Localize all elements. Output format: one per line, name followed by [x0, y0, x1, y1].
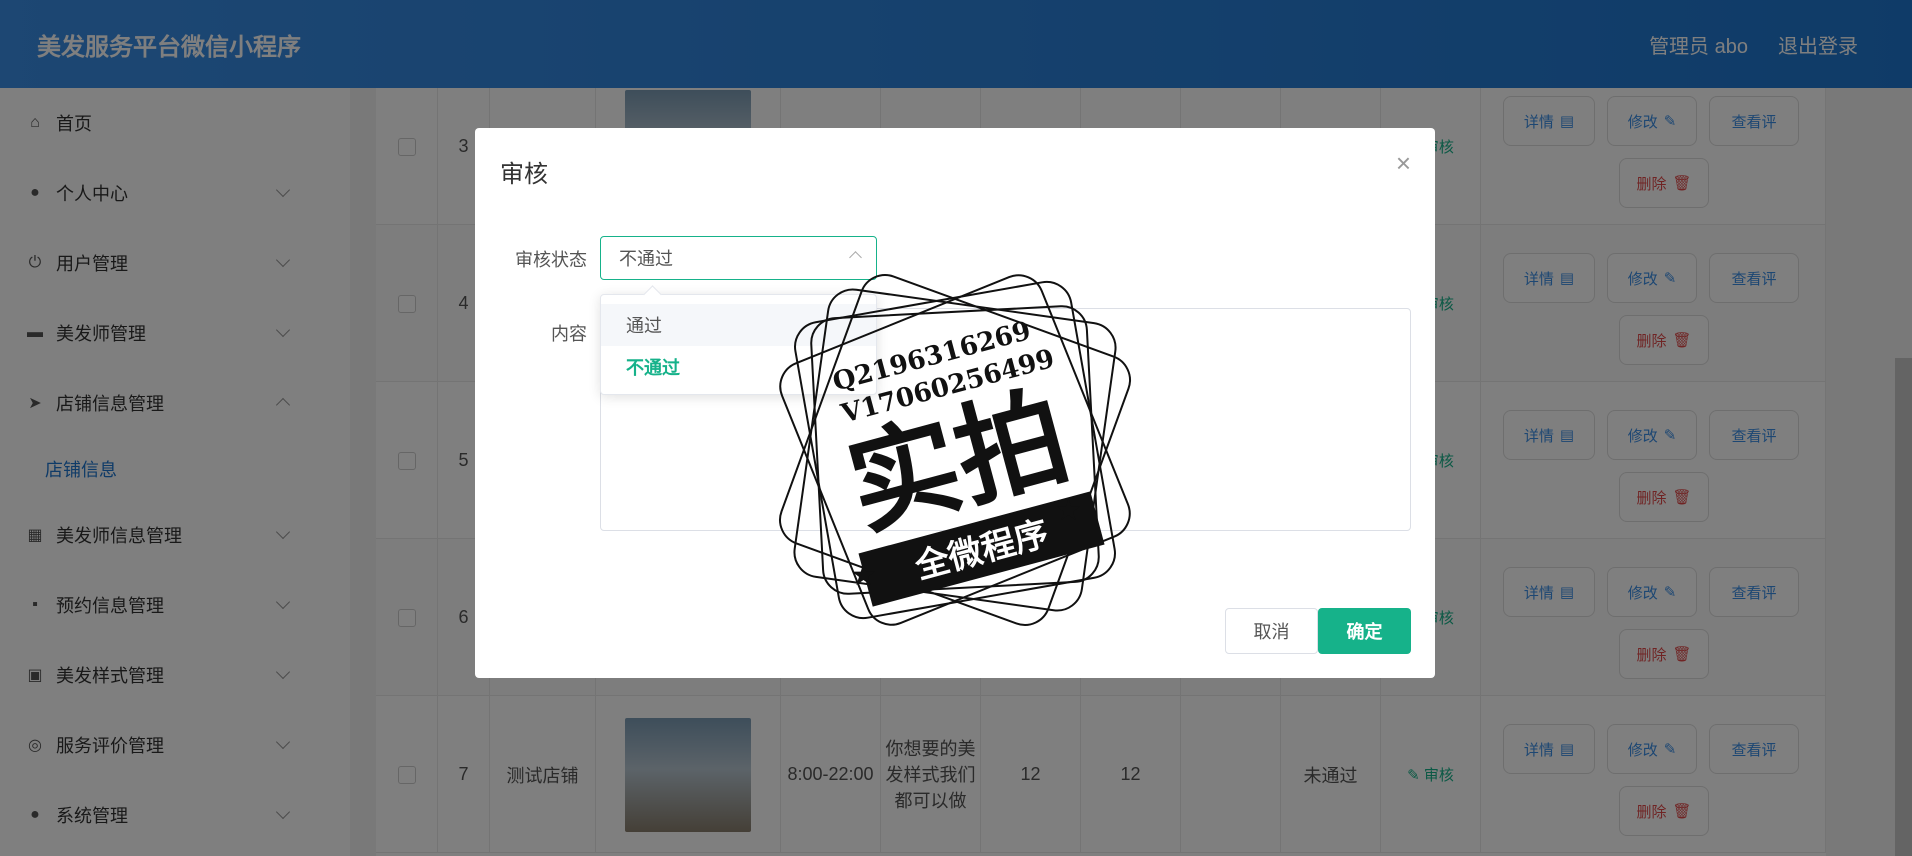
close-icon[interactable]: ×	[1396, 148, 1411, 179]
dialog-title: 审核	[500, 161, 548, 188]
status-select-value: 不通过	[619, 249, 673, 269]
watermark-stamp: Q2196316269 V17060256499 实拍 全微程序 ★ ★	[779, 274, 1131, 626]
star-icon: ★	[850, 559, 877, 592]
status-label: 审核状态	[515, 250, 587, 270]
confirm-button[interactable]: 确定	[1318, 608, 1411, 654]
star-icon: ★	[1055, 494, 1082, 527]
content-label: 内容	[551, 324, 587, 344]
cancel-button[interactable]: 取消	[1225, 608, 1318, 654]
